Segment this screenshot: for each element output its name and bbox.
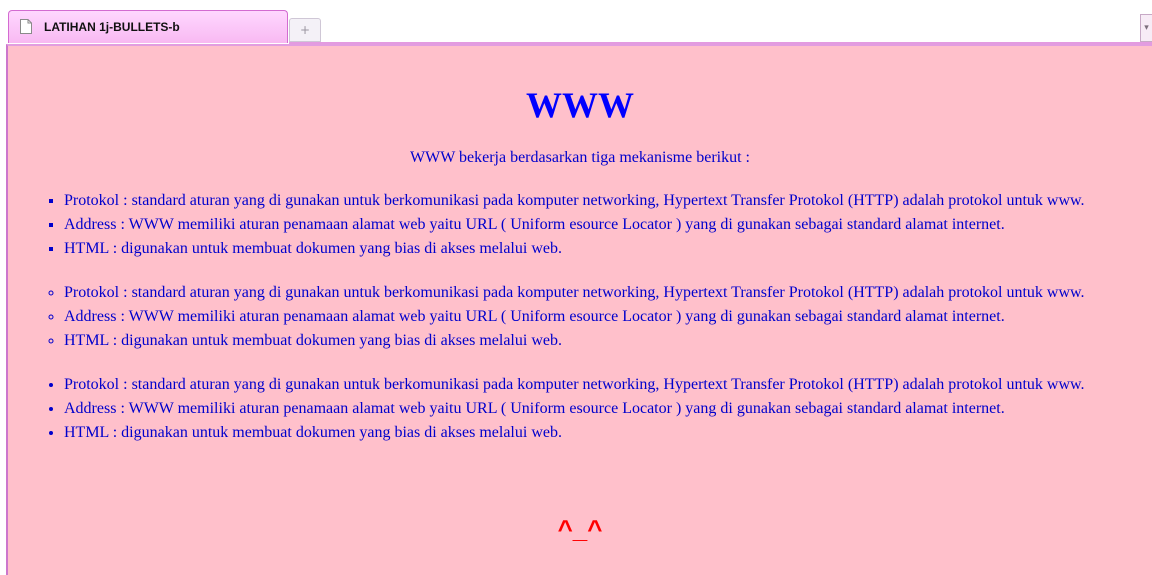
browser-window: LATIHAN 1j-BULLETS-b + ▾ WWW WWW bekerja…	[0, 0, 1152, 575]
list-item: Address : WWW memiliki aturan penamaan a…	[64, 213, 1152, 237]
intro-text: WWW bekerja berdasarkan tiga mekanisme b…	[409, 149, 750, 166]
list-item: Address : WWW memiliki aturan penamaan a…	[64, 397, 1152, 421]
square-bullet-list: Protokol : standard aturan yang di gunak…	[8, 189, 1152, 261]
tab-strip: LATIHAN 1j-BULLETS-b + ▾	[0, 0, 1152, 46]
list-item: HTML : digunakan untuk membuat dokumen y…	[64, 329, 1152, 353]
disc-bullet-list: Protokol : standard aturan yang di gunak…	[8, 373, 1152, 445]
active-tab[interactable]: LATIHAN 1j-BULLETS-b	[8, 10, 288, 43]
smiley-face-text: ^_^	[557, 514, 603, 544]
list-item: HTML : digunakan untuk membuat dokumen y…	[64, 237, 1152, 261]
tab-title: LATIHAN 1j-BULLETS-b	[44, 20, 180, 34]
list-item: HTML : digunakan untuk membuat dokumen y…	[64, 421, 1152, 445]
list-item: Protokol : standard aturan yang di gunak…	[64, 373, 1152, 397]
circle-bullet-list: Protokol : standard aturan yang di gunak…	[8, 281, 1152, 353]
new-tab-button[interactable]: +	[289, 18, 321, 42]
page-content: WWW WWW bekerja berdasarkan tiga mekanis…	[6, 44, 1152, 575]
list-item: Protokol : standard aturan yang di gunak…	[64, 281, 1152, 305]
list-item: Address : WWW memiliki aturan penamaan a…	[64, 305, 1152, 329]
page-title: WWW	[526, 85, 634, 125]
list-item: Protokol : standard aturan yang di gunak…	[64, 189, 1152, 213]
document-icon	[20, 19, 32, 34]
list-all-tabs-button[interactable]: ▾	[1140, 14, 1152, 42]
